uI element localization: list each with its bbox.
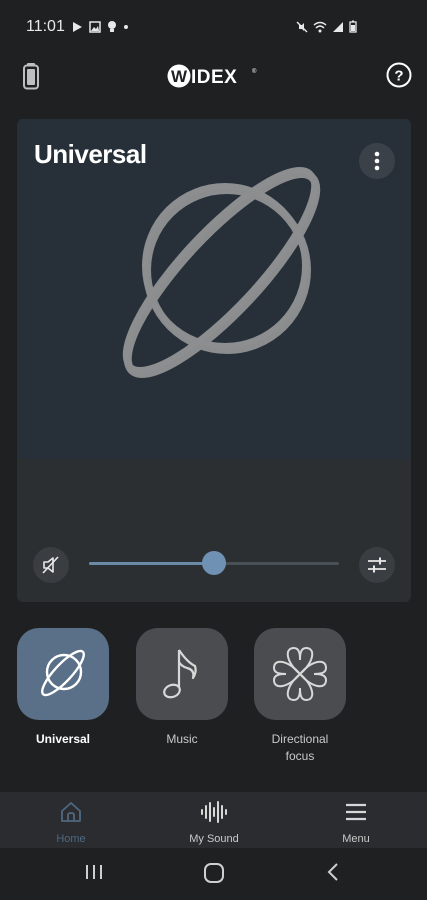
svg-text:®: ® [252, 68, 257, 75]
nav-home[interactable]: Home [21, 800, 121, 845]
program-tile-universal-box[interactable] [17, 628, 109, 720]
recent-apps-button[interactable] [84, 862, 104, 887]
signal-icon [333, 21, 343, 32]
program-tile-directional-focus-box[interactable] [254, 628, 346, 720]
help-icon: ? [386, 62, 412, 88]
widex-logo: W IDEX ® [167, 64, 263, 88]
system-navigation-bar [0, 848, 427, 900]
home-icon [61, 802, 81, 822]
volume-slider-thumb[interactable] [202, 551, 226, 575]
nav-my-sound[interactable]: My Sound [164, 800, 264, 845]
back-button[interactable] [324, 862, 344, 887]
recent-apps-icon [86, 865, 102, 879]
mute-button[interactable] [33, 547, 69, 583]
status-system-icons [296, 20, 357, 33]
volume-slider[interactable] [89, 551, 339, 575]
nav-my-sound-label: My Sound [189, 833, 239, 845]
home-circle-icon [204, 863, 224, 883]
music-note-icon [163, 649, 197, 699]
battery-button[interactable] [22, 62, 40, 90]
phone-battery-icon [349, 20, 357, 33]
svg-text:?: ? [394, 68, 403, 85]
program-tile-label: Music [166, 732, 198, 746]
dot-icon [124, 24, 128, 29]
status-time: 11:01 [26, 18, 65, 35]
planet-illustration [105, 159, 335, 399]
nav-menu-label: Menu [342, 833, 370, 845]
planet-icon [122, 167, 321, 378]
program-tile-directional-focus[interactable]: Directional focus [254, 628, 346, 765]
program-card: Universal [17, 119, 411, 602]
nav-menu[interactable]: Menu [306, 800, 406, 845]
bulb-icon [108, 21, 116, 32]
sound-adjust-button[interactable] [359, 547, 395, 583]
more-options-button[interactable] [359, 143, 395, 179]
svg-text:IDEX: IDEX [191, 67, 237, 88]
program-tile-music[interactable]: Music [136, 628, 228, 748]
svg-text:W: W [171, 67, 188, 86]
status-bar: 11:01 [0, 0, 427, 56]
back-icon [327, 863, 338, 881]
bottom-navigation: Home My Sound Menu [0, 792, 427, 848]
program-tile-music-box[interactable] [136, 628, 228, 720]
home-system-button[interactable] [203, 862, 225, 889]
planet-icon [41, 649, 85, 697]
program-tile-label: Directional focus [271, 732, 329, 763]
app-bar: W IDEX ® ? [0, 56, 427, 96]
hamburger-icon [346, 803, 366, 821]
image-icon [89, 20, 101, 33]
clover-icon [272, 646, 328, 702]
help-button[interactable]: ? [386, 62, 412, 88]
soundwave-icon [201, 801, 227, 823]
nav-home-label: Home [56, 833, 86, 845]
battery-icon [23, 63, 39, 90]
mute-notifications-icon [296, 21, 308, 32]
program-tile-label: Universal [35, 732, 91, 746]
speaker-mute-icon [42, 556, 59, 574]
status-notification-icons [72, 20, 129, 33]
wifi-icon [313, 21, 327, 32]
play-store-icon [73, 21, 82, 32]
more-vertical-icon [374, 151, 380, 171]
volume-slider-fill [89, 562, 214, 565]
tune-icon [368, 557, 386, 573]
program-tile-universal[interactable]: Universal [17, 628, 109, 748]
